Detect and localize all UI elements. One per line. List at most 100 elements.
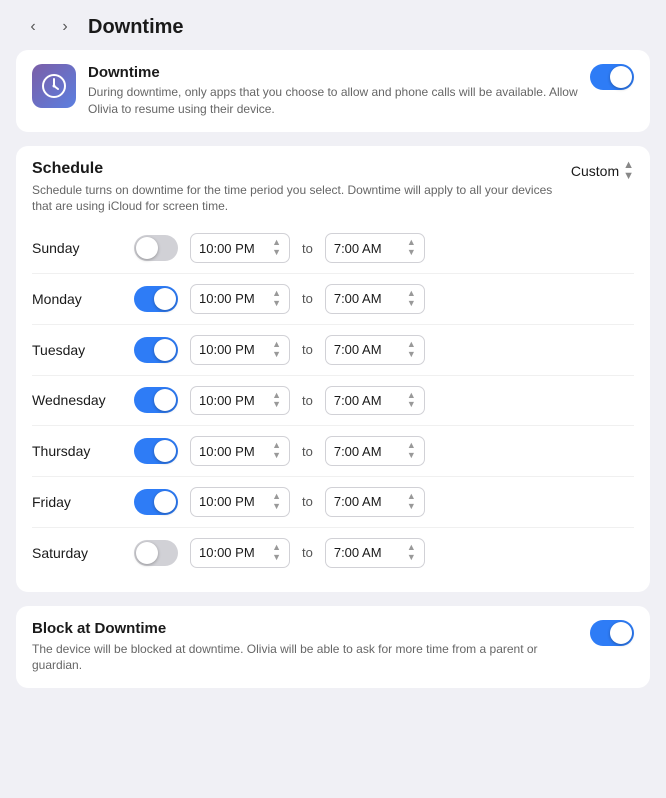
schedule-card: Schedule Schedule turns on downtime for … <box>16 146 650 592</box>
day-toggle-sunday[interactable] <box>134 235 178 261</box>
day-toggle-tuesday[interactable] <box>134 337 178 363</box>
forward-icon: › <box>62 18 67 36</box>
block-toggle[interactable] <box>590 620 634 646</box>
day-toggle-slider-monday <box>134 286 178 312</box>
downtime-toggle[interactable] <box>590 64 634 90</box>
day-label: Saturday <box>32 545 122 561</box>
schedule-mode-select[interactable]: Custom ▲ ▼ <box>571 160 634 182</box>
day-label: Monday <box>32 291 122 307</box>
back-button[interactable]: ‹ <box>20 14 46 40</box>
to-time-stepper: ▲▼ <box>407 238 416 258</box>
from-time-picker-thursday[interactable]: 10:00 PM ▲▼ <box>190 436 290 466</box>
day-label: Sunday <box>32 240 122 256</box>
downtime-text-group: Downtime During downtime, only apps that… <box>88 64 578 118</box>
page-title: Downtime <box>88 16 184 39</box>
from-time-value: 10:00 PM <box>199 444 255 459</box>
to-time-stepper: ▲▼ <box>407 391 416 411</box>
from-time-value: 10:00 PM <box>199 494 255 509</box>
block-text-group: Block at Downtime The device will be blo… <box>32 620 578 675</box>
block-toggle-slider <box>590 620 634 646</box>
from-time-picker-sunday[interactable]: 10:00 PM ▲▼ <box>190 233 290 263</box>
day-label: Wednesday <box>32 392 122 408</box>
to-time-value: 7:00 AM <box>334 545 382 560</box>
downtime-toggle-slider <box>590 64 634 90</box>
back-icon: ‹ <box>30 18 35 36</box>
to-time-picker-thursday[interactable]: 7:00 AM ▲▼ <box>325 436 425 466</box>
day-toggle-friday[interactable] <box>134 489 178 515</box>
to-time-picker-friday[interactable]: 7:00 AM ▲▼ <box>325 487 425 517</box>
day-row: Saturday 10:00 PM ▲▼ to 7:00 AM ▲▼ <box>32 528 634 578</box>
to-time-stepper: ▲▼ <box>407 340 416 360</box>
downtime-icon <box>32 64 76 108</box>
day-toggle-wednesday[interactable] <box>134 387 178 413</box>
to-time-stepper: ▲▼ <box>407 289 416 309</box>
to-time-value: 7:00 AM <box>334 342 382 357</box>
from-time-value: 10:00 PM <box>199 291 255 306</box>
schedule-mode-stepper-icon: ▲ ▼ <box>623 160 634 182</box>
schedule-title-group: Schedule Schedule turns on downtime for … <box>32 160 571 216</box>
from-time-value: 10:00 PM <box>199 545 255 560</box>
day-toggle-saturday[interactable] <box>134 540 178 566</box>
to-time-stepper: ▲▼ <box>407 543 416 563</box>
to-time-picker-tuesday[interactable]: 7:00 AM ▲▼ <box>325 335 425 365</box>
to-label: to <box>302 342 313 357</box>
to-time-picker-wednesday[interactable]: 7:00 AM ▲▼ <box>325 386 425 416</box>
day-row: Wednesday 10:00 PM ▲▼ to 7:00 AM ▲▼ <box>32 376 634 427</box>
to-time-value: 7:00 AM <box>334 444 382 459</box>
downtime-text-title: Downtime <box>88 64 578 81</box>
downtime-text-desc: During downtime, only apps that you choo… <box>88 84 578 118</box>
day-rows: Sunday 10:00 PM ▲▼ to 7:00 AM ▲▼ Monday … <box>32 223 634 577</box>
day-toggle-slider-wednesday <box>134 387 178 413</box>
from-time-picker-saturday[interactable]: 10:00 PM ▲▼ <box>190 538 290 568</box>
from-time-stepper: ▲▼ <box>272 238 281 258</box>
day-toggle-slider-thursday <box>134 438 178 464</box>
to-label: to <box>302 545 313 560</box>
day-label: Friday <box>32 494 122 510</box>
forward-button[interactable]: › <box>52 14 78 40</box>
to-time-picker-sunday[interactable]: 7:00 AM ▲▼ <box>325 233 425 263</box>
day-row: Thursday 10:00 PM ▲▼ to 7:00 AM ▲▼ <box>32 426 634 477</box>
to-time-picker-saturday[interactable]: 7:00 AM ▲▼ <box>325 538 425 568</box>
to-time-picker-monday[interactable]: 7:00 AM ▲▼ <box>325 284 425 314</box>
schedule-description: Schedule turns on downtime for the time … <box>32 182 571 216</box>
to-label: to <box>302 241 313 256</box>
day-toggle-monday[interactable] <box>134 286 178 312</box>
day-label: Tuesday <box>32 342 122 358</box>
to-label: to <box>302 494 313 509</box>
block-at-downtime-card: Block at Downtime The device will be blo… <box>16 606 650 689</box>
header: ‹ › Downtime <box>0 0 666 50</box>
from-time-picker-monday[interactable]: 10:00 PM ▲▼ <box>190 284 290 314</box>
to-time-value: 7:00 AM <box>334 241 382 256</box>
from-time-picker-friday[interactable]: 10:00 PM ▲▼ <box>190 487 290 517</box>
day-row: Sunday 10:00 PM ▲▼ to 7:00 AM ▲▼ <box>32 223 634 274</box>
from-time-stepper: ▲▼ <box>272 441 281 461</box>
day-toggle-slider-tuesday <box>134 337 178 363</box>
from-time-stepper: ▲▼ <box>272 391 281 411</box>
downtime-info-card: Downtime During downtime, only apps that… <box>16 50 650 132</box>
from-time-stepper: ▲▼ <box>272 543 281 563</box>
from-time-picker-tuesday[interactable]: 10:00 PM ▲▼ <box>190 335 290 365</box>
main-content: Downtime During downtime, only apps that… <box>0 50 666 704</box>
to-label: to <box>302 444 313 459</box>
from-time-value: 10:00 PM <box>199 241 255 256</box>
day-toggle-slider-sunday <box>134 235 178 261</box>
block-title: Block at Downtime <box>32 620 578 637</box>
from-time-picker-wednesday[interactable]: 10:00 PM ▲▼ <box>190 386 290 416</box>
from-time-stepper: ▲▼ <box>272 289 281 309</box>
to-time-stepper: ▲▼ <box>407 441 416 461</box>
to-time-value: 7:00 AM <box>334 393 382 408</box>
day-toggle-slider-saturday <box>134 540 178 566</box>
day-row: Friday 10:00 PM ▲▼ to 7:00 AM ▲▼ <box>32 477 634 528</box>
block-description: The device will be blocked at downtime. … <box>32 641 578 675</box>
to-time-value: 7:00 AM <box>334 291 382 306</box>
day-toggle-thursday[interactable] <box>134 438 178 464</box>
to-time-stepper: ▲▼ <box>407 492 416 512</box>
day-toggle-slider-friday <box>134 489 178 515</box>
day-label: Thursday <box>32 443 122 459</box>
from-time-value: 10:00 PM <box>199 342 255 357</box>
from-time-stepper: ▲▼ <box>272 340 281 360</box>
schedule-title: Schedule <box>32 160 571 178</box>
to-time-value: 7:00 AM <box>334 494 382 509</box>
from-time-value: 10:00 PM <box>199 393 255 408</box>
from-time-stepper: ▲▼ <box>272 492 281 512</box>
